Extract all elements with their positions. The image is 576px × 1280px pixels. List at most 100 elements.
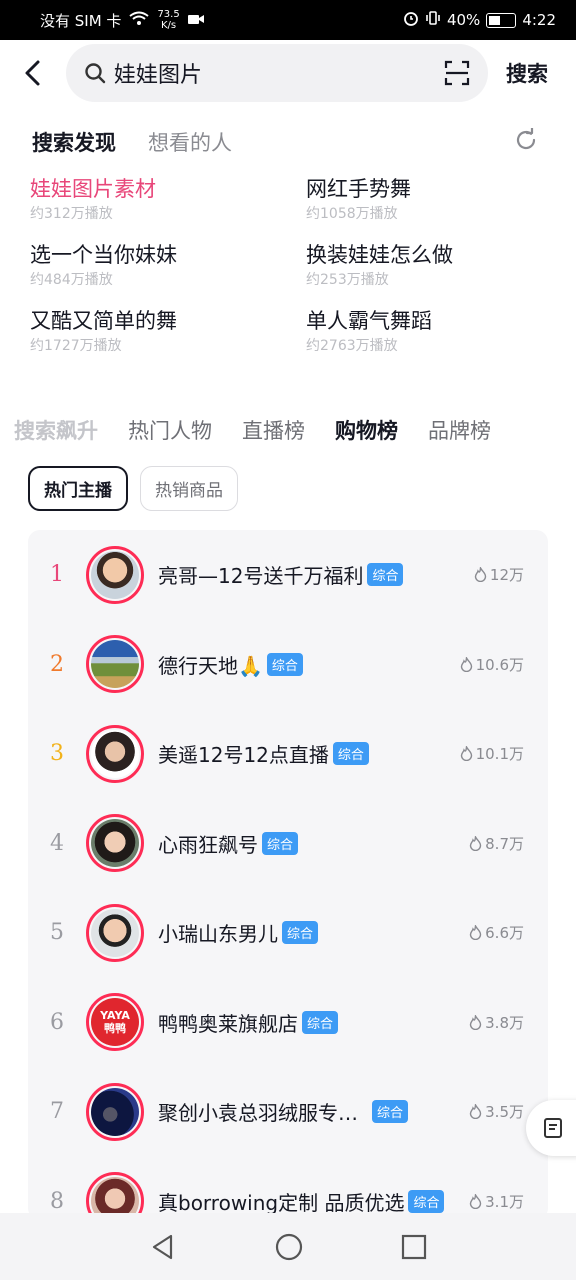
tab-search-rising[interactable]: 搜索飙升 <box>14 415 98 445</box>
back-arrow-icon <box>25 60 40 86</box>
tab-brand-ranking[interactable]: 品牌榜 <box>428 415 491 445</box>
suggestion-item[interactable]: 又酷又简单的舞 约1727万播放 <box>30 306 306 356</box>
suggestion-plays: 约1727万播放 <box>30 338 122 354</box>
ranking-row[interactable]: 7 聚创小袁总羽绒服专… 综合 3.5万 <box>28 1067 548 1157</box>
ranking-row[interactable]: 6 YAYA 鸭鸭 鸭鸭奥莱旗舰店 综合 3.8万 <box>28 978 548 1068</box>
refresh-icon[interactable] <box>514 126 538 156</box>
tab-search-discover[interactable]: 搜索发现 <box>32 127 116 157</box>
suggestion-title: 选一个当你妹妹 <box>30 243 177 267</box>
nav-recents-icon[interactable] <box>401 1234 427 1260</box>
avatar[interactable] <box>86 724 144 783</box>
avatar[interactable] <box>86 814 144 873</box>
tab-hot-people[interactable]: 热门人物 <box>128 415 212 445</box>
notes-icon <box>544 1118 562 1138</box>
streamer-name: 美遥12号12点直播 <box>158 743 329 768</box>
category-tag: 综合 <box>302 1010 339 1034</box>
nav-back-icon[interactable] <box>149 1233 177 1261</box>
avatar[interactable] <box>86 635 144 694</box>
category-tag: 综合 <box>266 652 303 676</box>
search-button[interactable]: 搜索 <box>506 58 548 88</box>
suggestion-title: 又酷又简单的舞 <box>30 309 177 333</box>
name-group: 美遥12号12点直播 综合 <box>158 739 369 768</box>
carrier-text: 没有 SIM 卡 <box>40 11 122 30</box>
rank-number: 1 <box>50 562 64 588</box>
category-tag: 综合 <box>262 831 299 855</box>
name-group: 德行天地🙏 综合 <box>158 650 303 679</box>
suggestion-plays: 约253万播放 <box>306 272 389 288</box>
flame-icon <box>469 1014 482 1030</box>
streamer-name: 聚创小袁总羽绒服专… <box>158 1101 358 1126</box>
search-input[interactable] <box>114 60 444 86</box>
floating-notes-button[interactable] <box>526 1100 576 1156</box>
search-icon <box>85 63 106 84</box>
heat-value: 12万 <box>474 564 524 585</box>
suggestion-plays: 约2763万播放 <box>306 338 398 354</box>
avatar[interactable] <box>86 903 144 962</box>
suggestion-item[interactable]: 网红手势舞 约1058万播放 <box>306 174 550 224</box>
rank-number: 3 <box>50 741 64 767</box>
heat-value: 10.6万 <box>460 654 524 675</box>
rank-number: 5 <box>50 920 64 946</box>
brand-logo: YAYA 鸭鸭 <box>91 998 139 1047</box>
heat-text: 3.1万 <box>485 1192 524 1211</box>
ranking-row[interactable]: 8 真borrowing定制 品质优选 综合 3.1万 <box>28 1157 548 1220</box>
pill-hot-streamers[interactable]: 热门主播 <box>28 466 128 511</box>
rank-number: 4 <box>50 830 64 856</box>
back-button[interactable] <box>0 42 66 104</box>
category-tag: 综合 <box>372 1100 409 1124</box>
suggestion-grid: 娃娃图片素材 约312万播放 网红手势舞 约1058万播放 选一个当你妹妹 约4… <box>30 174 550 356</box>
suggestion-item[interactable]: 选一个当你妹妹 约484万播放 <box>30 240 306 290</box>
nav-home-icon[interactable] <box>274 1232 304 1262</box>
tab-shopping-ranking[interactable]: 购物榜 <box>335 415 398 445</box>
category-tag: 综合 <box>282 921 319 945</box>
suggestion-title: 换装娃娃怎么做 <box>306 243 453 267</box>
heat-value: 3.8万 <box>469 1012 524 1033</box>
suggestion-plays: 约1058万播放 <box>306 206 398 222</box>
heat-value: 10.1万 <box>460 743 524 764</box>
name-group: 心雨狂飙号 综合 <box>158 829 299 858</box>
avatar[interactable] <box>86 545 144 604</box>
flame-icon <box>460 656 472 672</box>
streamer-name: 德行天地🙏 <box>158 653 263 678</box>
rank-number: 6 <box>50 1009 64 1035</box>
flame-icon <box>460 746 472 762</box>
ranking-row[interactable]: 4 心雨狂飙号 综合 8.7万 <box>28 799 548 889</box>
heat-value: 8.7万 <box>469 833 524 854</box>
heat-value: 3.5万 <box>469 1101 524 1122</box>
ranking-row[interactable]: 5 小瑞山东男儿 综合 6.6万 <box>28 888 548 978</box>
category-tag: 综合 <box>408 1189 445 1213</box>
avatar[interactable] <box>86 1082 144 1141</box>
heat-text: 6.6万 <box>485 924 524 943</box>
tab-live-ranking[interactable]: 直播榜 <box>242 415 305 445</box>
streamer-name: 真borrowing定制 品质优选 <box>158 1190 405 1215</box>
heat-text: 8.7万 <box>485 834 524 853</box>
name-group: 小瑞山东男儿 综合 <box>158 918 319 947</box>
category-tag: 综合 <box>367 563 404 587</box>
search-box[interactable] <box>66 44 488 102</box>
suggestion-item[interactable]: 单人霸气舞蹈 约2763万播放 <box>306 306 550 356</box>
streamer-name: 心雨狂飙号 <box>158 832 258 857</box>
streamer-name: 亮哥—12号送千万福利 <box>158 564 364 589</box>
ranking-row[interactable]: 1 亮哥—12号送千万福利 综合 12万 <box>28 530 548 620</box>
tab-people-to-see[interactable]: 想看的人 <box>148 127 232 157</box>
pill-hot-products[interactable]: 热销商品 <box>140 466 238 511</box>
ranking-row[interactable]: 2 德行天地🙏 综合 10.6万 <box>28 620 548 710</box>
suggestion-item[interactable]: 换装娃娃怎么做 约253万播放 <box>306 240 550 290</box>
suggestion-plays: 约484万播放 <box>30 272 113 288</box>
suggestion-title: 单人霸气舞蹈 <box>306 309 432 333</box>
heat-value: 6.6万 <box>469 922 524 943</box>
heat-text: 3.5万 <box>485 1103 524 1122</box>
ranking-row[interactable]: 3 美遥12号12点直播 综合 10.1万 <box>28 709 548 799</box>
status-bar: 没有 SIM 卡 73.5 K/s 40% 4:22 <box>0 0 576 40</box>
system-nav-bar <box>0 1213 576 1280</box>
name-group: 聚创小袁总羽绒服专… 综合 <box>158 1097 409 1126</box>
flame-icon <box>469 1193 482 1209</box>
suggestion-item[interactable]: 娃娃图片素材 约312万播放 <box>30 174 306 224</box>
avatar[interactable]: YAYA 鸭鸭 <box>86 993 144 1052</box>
suggestion-title: 网红手势舞 <box>306 177 411 201</box>
name-group: 真borrowing定制 品质优选 综合 <box>158 1187 445 1216</box>
flame-icon <box>469 835 482 851</box>
scan-icon[interactable] <box>444 60 470 86</box>
streamer-name: 鸭鸭奥莱旗舰店 <box>158 1011 298 1036</box>
net-speed: 73.5 K/s <box>157 9 179 31</box>
